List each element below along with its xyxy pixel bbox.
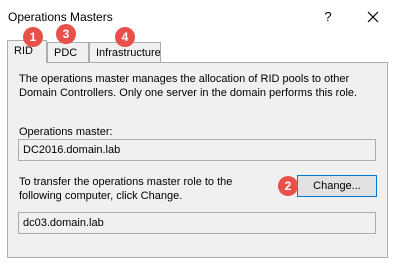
role-description: The operations master manages the alloca… <box>19 73 358 99</box>
callout-badge-2: 2 <box>278 176 298 196</box>
callout-badge-4: 4 <box>115 27 135 47</box>
tab-infrastructure-label: Infrastructure <box>96 47 161 59</box>
help-button[interactable]: ? <box>318 6 338 28</box>
tab-pdc[interactable]: PDC <box>47 42 89 62</box>
close-button[interactable] <box>362 6 384 28</box>
transfer-instructions: To transfer the operations master role t… <box>19 176 233 202</box>
close-icon <box>367 11 379 23</box>
operations-master-field[interactable]: DC2016.domain.lab <box>18 139 376 161</box>
window-title: Operations Masters <box>8 10 113 24</box>
callout-badge-3: 3 <box>56 24 76 44</box>
tab-pdc-label: PDC <box>54 47 78 59</box>
change-button[interactable]: Change... <box>297 175 377 197</box>
operations-master-label: Operations master: <box>19 126 113 138</box>
target-computer-field[interactable]: dc03.domain.lab <box>18 212 376 234</box>
callout-badge-1: 1 <box>23 27 43 47</box>
